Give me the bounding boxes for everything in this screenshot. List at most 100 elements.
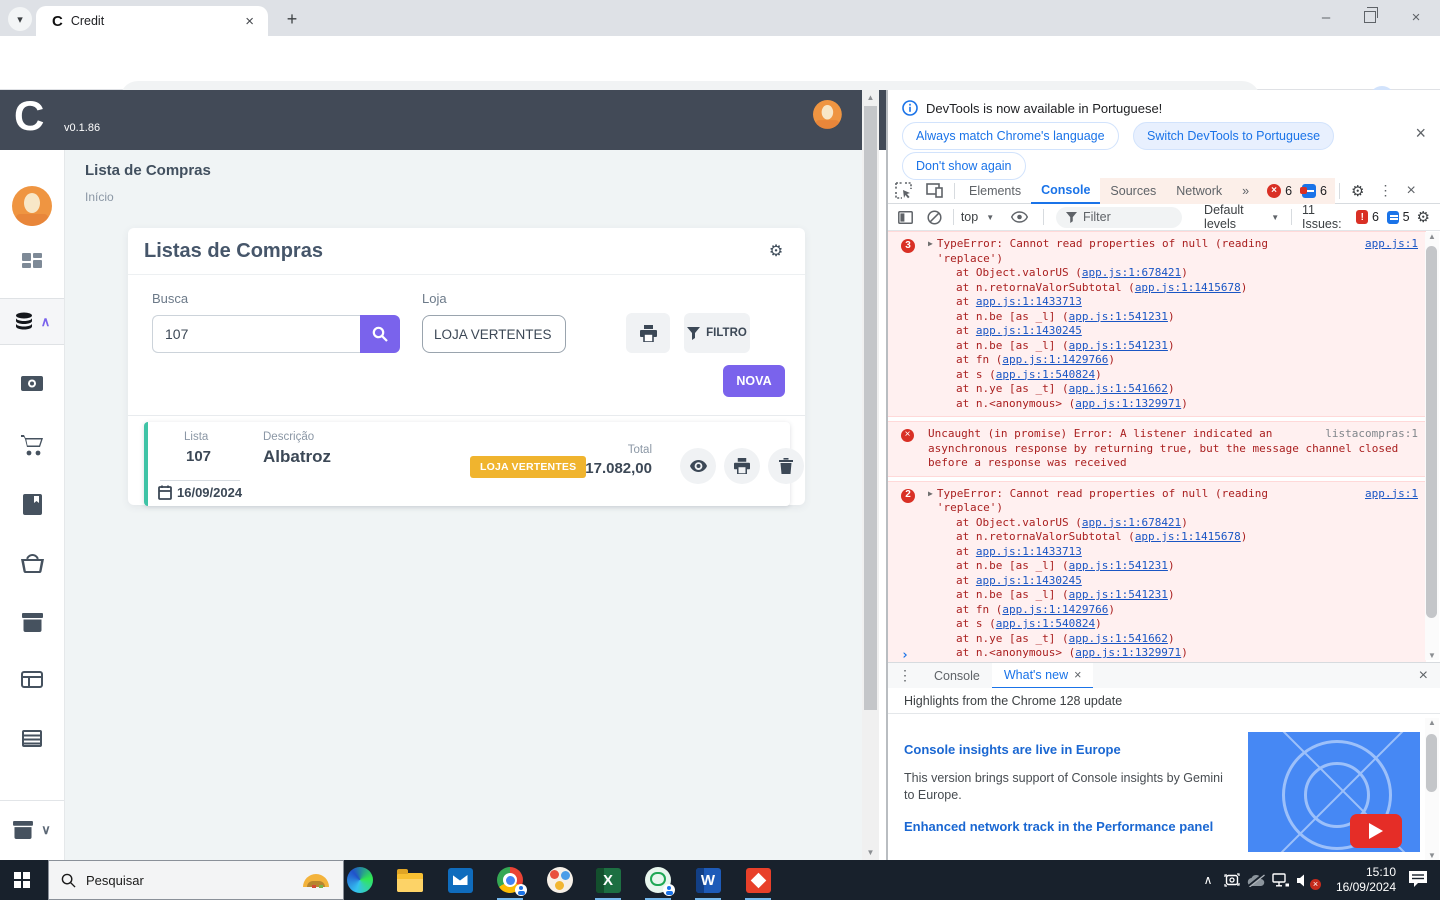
drawer-tab-whats-new[interactable]: What's new ×: [992, 663, 1094, 689]
scrollbar-thumb[interactable]: [1426, 246, 1437, 618]
source-link[interactable]: app.js:1:678421: [1082, 266, 1181, 279]
source-link[interactable]: app.js:1:1415678: [1135, 281, 1241, 294]
more-tabs-icon[interactable]: »: [1232, 178, 1259, 204]
scroll-up-icon[interactable]: ▲: [1425, 718, 1439, 727]
taskbar-search[interactable]: Pesquisar: [48, 860, 344, 900]
scrollbar-thumb[interactable]: [1426, 734, 1437, 792]
source-link[interactable]: app.js:1:1429766: [1002, 353, 1108, 366]
always-match-language-button[interactable]: Always match Chrome's language: [902, 122, 1119, 150]
console-error[interactable]: 2 app.js:1 ▶TypeError: Cannot read prope…: [888, 481, 1426, 667]
issues-badge-icon[interactable]: [1302, 184, 1316, 198]
inspect-element-button[interactable]: [888, 182, 919, 199]
scroll-down-icon[interactable]: ▼: [1425, 651, 1439, 660]
infobar-close-icon[interactable]: ×: [1415, 123, 1426, 144]
source-link[interactable]: app.js:1:541662: [1069, 632, 1168, 645]
play-button-icon[interactable]: [1350, 814, 1402, 848]
source-link[interactable]: app.js:1:1415678: [1135, 530, 1241, 543]
source-link[interactable]: app.js:1: [1365, 487, 1418, 502]
console-sidebar-toggle-icon[interactable]: [888, 211, 920, 224]
notification-center-button[interactable]: [1408, 870, 1428, 893]
tab-close-icon[interactable]: ×: [241, 13, 258, 30]
window-restore-button[interactable]: [1348, 0, 1392, 34]
tab-sources[interactable]: Sources: [1100, 178, 1166, 204]
sidebar-item-cash[interactable]: [0, 376, 64, 391]
source-link[interactable]: app.js:1:678421: [1082, 516, 1181, 529]
tab-search-button[interactable]: ▾: [8, 7, 32, 31]
new-tab-button[interactable]: +: [280, 7, 304, 31]
source-link[interactable]: app.js:1:1329971: [1075, 646, 1181, 659]
tab-network[interactable]: Network: [1166, 178, 1232, 204]
drawer-close-icon[interactable]: ×: [1419, 667, 1440, 685]
switch-to-portuguese-button[interactable]: Switch DevTools to Portuguese: [1133, 122, 1334, 150]
console-settings-gear-icon[interactable]: ⚙: [1410, 208, 1440, 226]
console-prompt-icon[interactable]: ›: [901, 648, 909, 663]
scroll-down-icon[interactable]: ▼: [862, 848, 879, 857]
live-expression-eye-icon[interactable]: [1004, 211, 1035, 223]
scroll-down-icon[interactable]: ▼: [1425, 851, 1439, 860]
sidebar-item-basket[interactable]: [0, 554, 64, 573]
device-toolbar-button[interactable]: [919, 183, 950, 198]
whats-new-link-2[interactable]: Enhanced network track in the Performanc…: [904, 818, 1244, 835]
volume-muted-icon[interactable]: [1292, 874, 1316, 887]
sidebar-item-drawer[interactable]: ∨: [0, 800, 64, 859]
whats-new-scrollbar[interactable]: ▲ ▼: [1425, 718, 1439, 860]
scroll-up-icon[interactable]: ▲: [862, 93, 879, 102]
print-row-button[interactable]: [724, 448, 760, 484]
source-link[interactable]: app.js:1:1433713: [976, 545, 1082, 558]
source-link[interactable]: app.js:1:541231: [1069, 588, 1168, 601]
source-link[interactable]: app.js:1:1430245: [976, 574, 1082, 587]
expand-arrow-icon[interactable]: ▶: [928, 487, 933, 502]
page-scrollbar[interactable]: ▲ ▼: [862, 90, 879, 860]
sidebar-avatar[interactable]: [0, 186, 64, 226]
window-close-button[interactable]: ×: [1394, 0, 1438, 34]
busca-input[interactable]: [152, 315, 360, 353]
devtools-close-icon[interactable]: ×: [1399, 182, 1422, 200]
dont-show-again-button[interactable]: Don't show again: [902, 152, 1026, 180]
print-list-button[interactable]: [626, 313, 670, 353]
sidebar-item-panel[interactable]: [0, 671, 64, 688]
sidebar-item-movimentacoes[interactable]: ∧: [0, 298, 64, 345]
nova-button[interactable]: NOVA: [723, 365, 785, 397]
taskbar-app-excel[interactable]: X: [584, 860, 632, 900]
log-levels-selector[interactable]: Default levels: [1204, 203, 1266, 231]
taskbar-clock[interactable]: 15:10 16/09/2024: [1322, 860, 1396, 900]
issues-label[interactable]: 11 Issues:: [1302, 203, 1348, 231]
source-link[interactable]: app.js:1: [1365, 237, 1418, 252]
whats-new-link-1[interactable]: Console insights are live in Europe: [904, 742, 1234, 757]
context-selector[interactable]: top: [958, 210, 981, 224]
view-button[interactable]: [680, 448, 716, 484]
devtools-settings-button[interactable]: ⚙: [1344, 182, 1371, 200]
source-link[interactable]: app.js:1:1433713: [976, 295, 1082, 308]
console-filter-input[interactable]: Filter: [1056, 207, 1182, 228]
sidebar-item-dashboard[interactable]: [0, 252, 64, 272]
onedrive-offline-icon[interactable]: [1244, 874, 1268, 887]
user-avatar[interactable]: [813, 100, 842, 129]
source-link[interactable]: app.js:1:541231: [1069, 559, 1168, 572]
source-link[interactable]: app.js:1:541231: [1069, 310, 1168, 323]
tray-chevron-up-icon[interactable]: ∧: [1196, 873, 1220, 887]
scrollbar-thumb[interactable]: [864, 106, 877, 710]
sidebar-item-book[interactable]: [0, 494, 64, 515]
sidebar-item-archive[interactable]: [0, 613, 64, 632]
delete-button[interactable]: [768, 448, 804, 484]
tab-console[interactable]: Console: [1031, 178, 1100, 204]
clear-console-button[interactable]: [920, 210, 949, 225]
devtools-kebab-icon[interactable]: ⋮: [1371, 182, 1399, 199]
start-button[interactable]: [14, 872, 30, 888]
drawer-tab-console[interactable]: Console: [922, 663, 992, 689]
expand-arrow-icon[interactable]: ▶: [928, 237, 933, 252]
close-tab-icon[interactable]: ×: [1074, 668, 1081, 682]
taskbar-app-explorer[interactable]: [386, 860, 434, 900]
search-button[interactable]: [360, 315, 400, 353]
taskbar-app-paint[interactable]: [536, 860, 584, 900]
source-link[interactable]: app.js:1:541231: [1069, 339, 1168, 352]
source-link[interactable]: app.js:1:1329971: [1075, 397, 1181, 410]
console-error[interactable]: 3 app.js:1 ▶TypeError: Cannot read prope…: [888, 231, 1426, 417]
network-icon[interactable]: [1268, 873, 1292, 887]
breadcrumb[interactable]: Início: [85, 190, 114, 204]
error-badge-icon[interactable]: ×: [1267, 184, 1281, 198]
source-link[interactable]: app.js:1:540824: [996, 617, 1095, 630]
source-link[interactable]: app.js:1:1429766: [1002, 603, 1108, 616]
tab-elements[interactable]: Elements: [959, 178, 1031, 204]
taskbar-app-mail[interactable]: [436, 860, 484, 900]
